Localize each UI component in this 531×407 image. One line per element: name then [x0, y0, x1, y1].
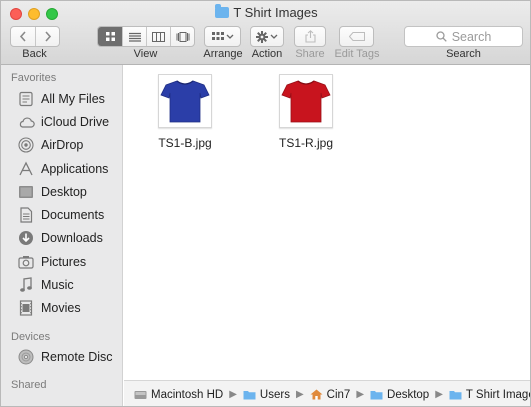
back-label: Back [22, 48, 47, 60]
sidebar-item-pictures[interactable]: Pictures [17, 252, 86, 272]
downloads-icon [17, 229, 35, 247]
tshirt-blue-icon [160, 80, 210, 123]
cloud-icon [17, 113, 35, 131]
file-name: TS1-B.jpg [158, 136, 212, 150]
disc-icon [17, 348, 35, 366]
favorites-section-title: Favorites [11, 72, 57, 84]
sidebar-item-airdrop[interactable]: AirDrop [17, 135, 83, 155]
list-view-button[interactable] [122, 27, 146, 46]
sidebar-item-icloud-drive[interactable]: iCloud Drive [17, 112, 109, 132]
path-bar: Macintosh HD ▶ Users ▶ Cin7 ▶ Desktop ▶ … [124, 380, 530, 406]
action-button[interactable] [250, 26, 284, 47]
sidebar-item-all-my-files[interactable]: All My Files [17, 89, 105, 109]
column-view-button[interactable] [146, 27, 170, 46]
path-item-users[interactable]: Users [243, 389, 290, 401]
home-icon [310, 389, 323, 400]
search-field[interactable]: Search [404, 26, 523, 47]
forward-button[interactable] [35, 27, 59, 46]
search-label: Search [446, 48, 481, 60]
sidebar-item-documents[interactable]: Documents [17, 205, 104, 225]
sidebar-item-music[interactable]: Music [17, 275, 74, 295]
hard-drive-icon [134, 391, 147, 399]
folder-icon [449, 391, 462, 400]
action-label: Action [251, 48, 283, 60]
sidebar-item-applications[interactable]: Applications [17, 159, 108, 179]
camera-icon [17, 253, 35, 271]
desktop-icon [17, 183, 35, 201]
cover-flow-button[interactable] [170, 27, 194, 46]
list-icon [128, 32, 141, 42]
sidebar-item-remote-disc[interactable]: Remote Disc [17, 347, 113, 367]
all-files-icon [17, 90, 35, 108]
image-thumbnail [279, 74, 333, 128]
airdrop-icon [17, 136, 35, 154]
columns-icon [152, 31, 165, 42]
folder-icon [243, 391, 256, 400]
chevron-right-icon [44, 31, 51, 42]
file-browser-content: TS1-B.jpg TS1-R.jpg [124, 65, 530, 380]
share-label: Share [295, 48, 325, 60]
image-thumbnail [158, 74, 212, 128]
search-icon [436, 31, 447, 42]
toolbar: T Shirt Images Back View Arrange Action … [1, 1, 530, 65]
applications-icon [17, 160, 35, 178]
sidebar-item-desktop[interactable]: Desktop [17, 182, 87, 202]
music-icon [17, 276, 35, 294]
film-icon [17, 299, 35, 317]
arrange-label: Arrange [203, 48, 243, 60]
path-separator: ▶ [229, 389, 237, 400]
finder-window: T Shirt Images Back View Arrange Action … [0, 0, 531, 407]
sidebar-item-movies[interactable]: Movies [17, 298, 81, 318]
back-forward-control [10, 26, 60, 47]
devices-section-title: Devices [11, 331, 51, 343]
path-item-cin7[interactable]: Cin7 [310, 389, 350, 401]
arrange-button[interactable] [204, 26, 241, 47]
edit-tags-button[interactable] [339, 26, 374, 47]
file-item[interactable]: TS1-R.jpg [266, 74, 346, 150]
folder-icon [215, 4, 230, 18]
path-separator: ▶ [435, 389, 443, 400]
view-label: View [133, 48, 158, 60]
tag-icon [348, 32, 365, 41]
edit-tags-label: Edit Tags [334, 48, 380, 60]
documents-icon [17, 206, 35, 224]
window-title: T Shirt Images [1, 4, 530, 20]
cover-flow-icon [176, 31, 189, 42]
folder-icon [370, 391, 383, 400]
path-separator: ▶ [295, 389, 304, 400]
search-placeholder: Search [451, 29, 492, 44]
back-button[interactable] [11, 27, 35, 46]
sidebar-item-downloads[interactable]: Downloads [17, 228, 103, 248]
icon-view-button[interactable] [98, 27, 122, 46]
arrange-grid-icon [211, 31, 233, 40]
tshirt-red-icon [281, 80, 331, 123]
view-mode-control [97, 26, 195, 47]
shared-section-title: Shared [11, 379, 47, 391]
share-button[interactable] [294, 26, 326, 47]
chevron-left-icon [19, 31, 26, 42]
gear-icon [256, 30, 278, 43]
grid-icon [105, 32, 115, 41]
sidebar: Favorites All My Files iCloud Drive AirD… [1, 65, 123, 406]
path-item-macintosh-hd[interactable]: Macintosh HD [134, 389, 223, 401]
file-name: TS1-R.jpg [278, 136, 334, 150]
path-item-t-shirt-images[interactable]: T Shirt Images [449, 389, 530, 401]
share-icon [304, 30, 316, 43]
path-item-desktop[interactable]: Desktop [370, 389, 429, 401]
path-separator: ▶ [356, 389, 365, 400]
file-item[interactable]: TS1-B.jpg [145, 74, 225, 150]
